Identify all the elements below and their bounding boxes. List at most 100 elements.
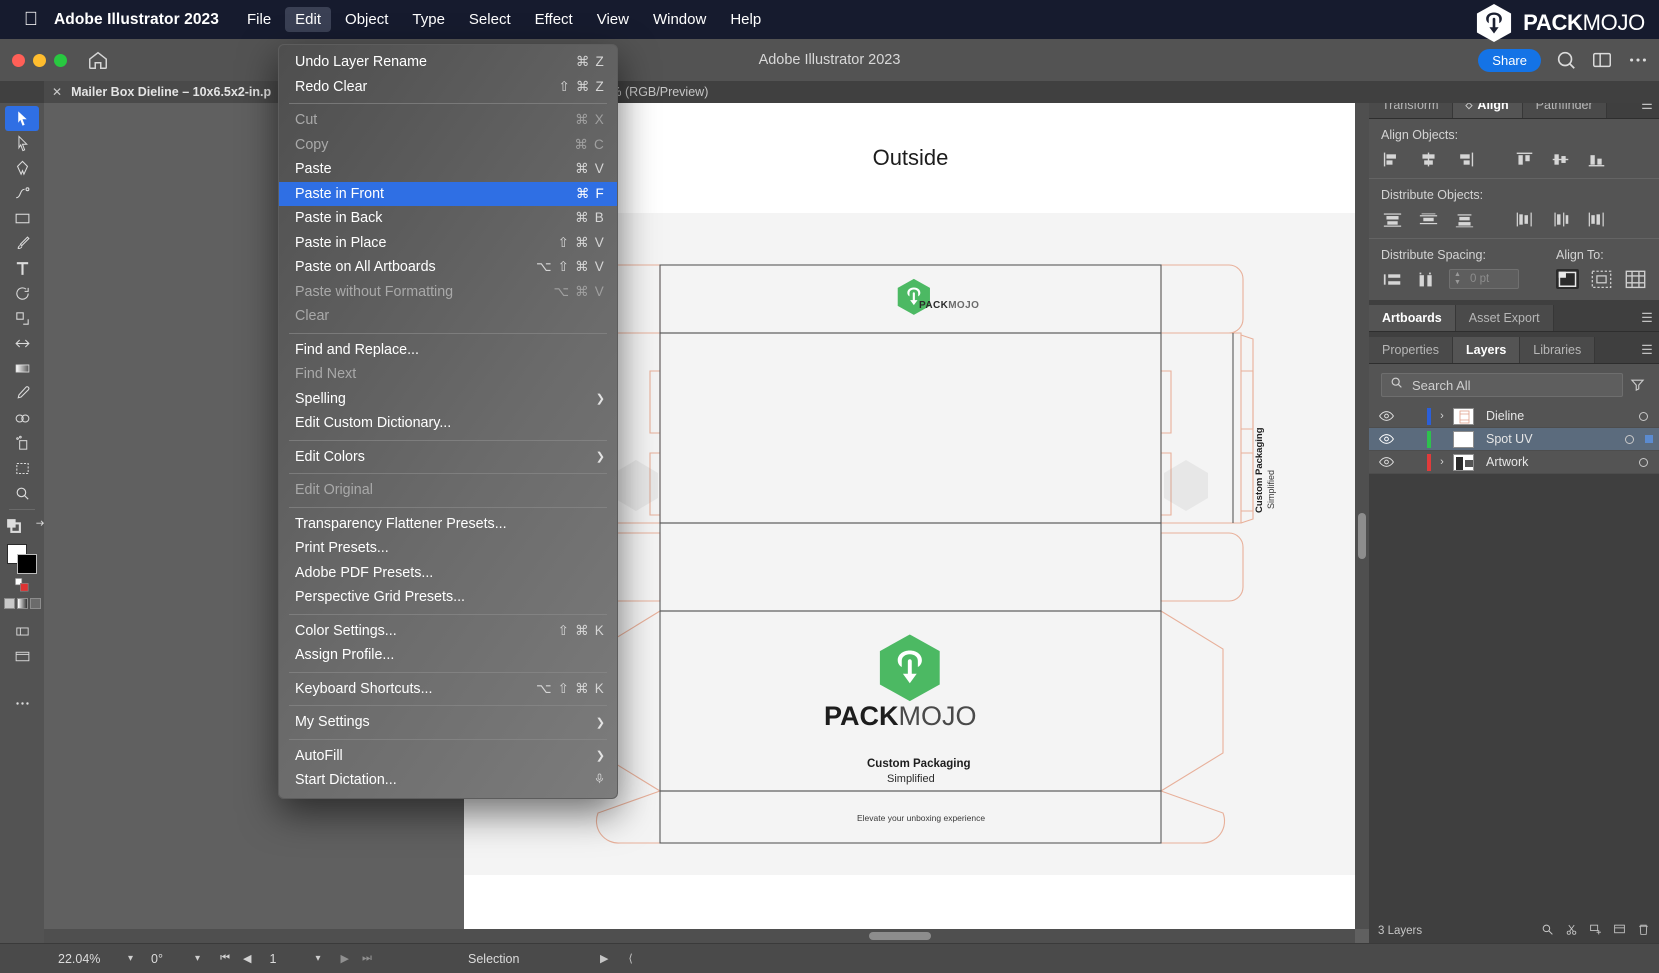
share-button[interactable]: Share [1478,49,1541,72]
align-center-horizontal-icon[interactable] [1417,149,1439,169]
close-window-button[interactable] [12,54,25,67]
type-tool-icon[interactable] [5,256,39,281]
gradient-fill-button[interactable] [17,598,28,609]
new-sublayer-icon[interactable] [1589,923,1602,939]
selection-tool-icon[interactable] [5,106,39,131]
menu-item-undo-layer-rename[interactable]: Undo Layer Rename ⌘ Z [279,50,617,75]
previous-artboard-button[interactable]: ◀ [243,952,251,965]
gradient-tool-icon[interactable] [5,356,39,381]
tab-libraries[interactable]: Libraries [1520,337,1595,363]
menu-item-paste-in-back[interactable]: Paste in Back ⌘ B [279,206,617,231]
align-to-selection-icon[interactable] [1556,269,1579,289]
spacing-input[interactable]: ▲▼ 0 pt [1449,269,1519,289]
tab-properties[interactable]: Properties [1369,337,1453,363]
menu-item-keyboard-shortcuts[interactable]: Keyboard Shortcuts... ⌥ ⇧ ⌘ K [279,677,617,702]
paintbrush-tool-icon[interactable] [5,231,39,256]
zoom-dropdown-icon[interactable]: ▾ [118,953,143,964]
curvature-tool-icon[interactable] [5,181,39,206]
rotation-dropdown-icon[interactable]: ▾ [185,953,210,964]
tab-asset-export[interactable]: Asset Export [1456,305,1554,331]
align-to-artboard-icon[interactable] [1624,269,1647,289]
menu-select[interactable]: Select [459,7,521,32]
distribute-bottom-icon[interactable] [1453,209,1475,229]
menu-effect[interactable]: Effect [525,7,583,32]
menu-object[interactable]: Object [335,7,398,32]
menu-item-edit-custom-dictionary[interactable]: Edit Custom Dictionary... [279,411,617,436]
distribute-vertical-center-icon[interactable] [1417,209,1439,229]
menu-item-paste[interactable]: Paste ⌘ V [279,157,617,182]
status-expand-icon[interactable]: ▶ [600,952,608,965]
swap-fill-stroke-icon[interactable] [34,513,48,538]
horizontal-distribute-space-icon[interactable] [1415,269,1437,289]
layer-name[interactable]: Dieline [1479,409,1627,423]
menu-item-adobe-pdf-presets[interactable]: Adobe PDF Presets... [279,561,617,586]
tab-artboards[interactable]: Artboards [1369,305,1456,331]
next-artboard-button[interactable]: ▶ [340,952,348,965]
fill-stroke-swatches[interactable] [5,542,39,576]
layer-visibility-toggle[interactable] [1369,433,1403,445]
menu-type[interactable]: Type [402,7,455,32]
distribute-top-icon[interactable] [1381,209,1403,229]
arrange-documents-icon[interactable] [1591,49,1613,71]
artboards-panel-menu-icon[interactable]: ☰ [1635,305,1659,331]
menu-item-print-presets[interactable]: Print Presets... [279,536,617,561]
locate-object-icon[interactable] [1541,923,1554,939]
artboard-number-value[interactable]: 1 [261,944,305,973]
menu-item-paste-on-all-artboards[interactable]: Paste on All Artboards ⌥ ⇧ ⌘ V [279,255,617,280]
align-to-key-object-icon[interactable] [1590,269,1613,289]
edit-menu-dropdown[interactable]: Undo Layer Rename ⌘ Z Redo Clear ⇧ ⌘ Z C… [278,44,618,799]
first-artboard-button[interactable]: ⏮ [220,952,230,965]
apple-logo-icon[interactable]:  [18,10,44,29]
zoom-level-value[interactable]: 22.04% [44,944,118,973]
menu-item-assign-profile[interactable]: Assign Profile... [279,643,617,668]
artboard-dropdown-icon[interactable]: ▾ [305,953,330,964]
layer-visibility-toggle[interactable] [1369,456,1403,468]
home-icon[interactable] [87,49,109,71]
artboard-tool-icon[interactable] [5,456,39,481]
align-left-icon[interactable] [1381,149,1403,169]
menu-edit[interactable]: Edit [285,7,331,32]
align-right-icon[interactable] [1453,149,1475,169]
rotate-tool-icon[interactable] [5,281,39,306]
document-tab[interactable]: ✕ Mailer Box Dieline – 10x6.5x2-in.p [44,81,283,103]
table-row[interactable]: Spot UV [1369,428,1659,451]
table-row[interactable]: › Dieline [1369,405,1659,428]
menu-item-transparency-flattener-presets[interactable]: Transparency Flattener Presets... [279,512,617,537]
none-fill-button[interactable] [30,598,41,609]
distribute-horizontal-center-icon[interactable] [1549,209,1571,229]
rotation-value[interactable]: 0° [143,944,185,973]
distribute-right-icon[interactable] [1585,209,1607,229]
layer-name[interactable]: Spot UV [1479,432,1613,446]
vertical-distribute-space-icon[interactable] [1381,269,1403,289]
menu-item-start-dictation[interactable]: Start Dictation... [279,768,617,793]
zoom-tool-icon[interactable] [5,481,39,506]
horizontal-scroll-thumb[interactable] [869,932,931,940]
canvas-area[interactable]: Outside [44,103,1369,943]
layer-target-indicator[interactable] [1613,435,1645,444]
menu-view[interactable]: View [587,7,639,32]
delete-layer-icon[interactable] [1637,923,1650,939]
search-icon[interactable] [1555,49,1577,71]
direct-selection-tool-icon[interactable] [5,131,39,156]
distribute-left-icon[interactable] [1513,209,1535,229]
layer-expand-toggle[interactable]: › [1431,410,1453,422]
spacing-stepper-icon[interactable]: ▲▼ [1454,271,1461,287]
scale-tool-icon[interactable] [5,306,39,331]
blend-tool-icon[interactable] [5,406,39,431]
layers-panel-menu-icon[interactable]: ☰ [1635,337,1659,363]
symbol-sprayer-tool-icon[interactable] [5,431,39,456]
menu-item-paste-in-place[interactable]: Paste in Place ⇧ ⌘ V [279,231,617,256]
menu-window[interactable]: Window [643,7,716,32]
align-bottom-icon[interactable] [1585,149,1607,169]
menu-item-perspective-grid-presets[interactable]: Perspective Grid Presets... [279,585,617,610]
screen-mode-icon[interactable] [5,644,39,669]
layer-target-indicator[interactable] [1627,458,1659,467]
more-options-icon[interactable] [1627,49,1649,71]
filter-icon[interactable] [1630,377,1645,397]
color-fill-button[interactable] [4,598,15,609]
layers-search-input[interactable]: Search All [1381,373,1623,397]
maximize-window-button[interactable] [54,54,67,67]
close-icon[interactable]: ✕ [52,85,62,99]
menu-item-spelling[interactable]: Spelling ❯ [279,387,617,412]
menu-item-redo-clear[interactable]: Redo Clear ⇧ ⌘ Z [279,75,617,100]
